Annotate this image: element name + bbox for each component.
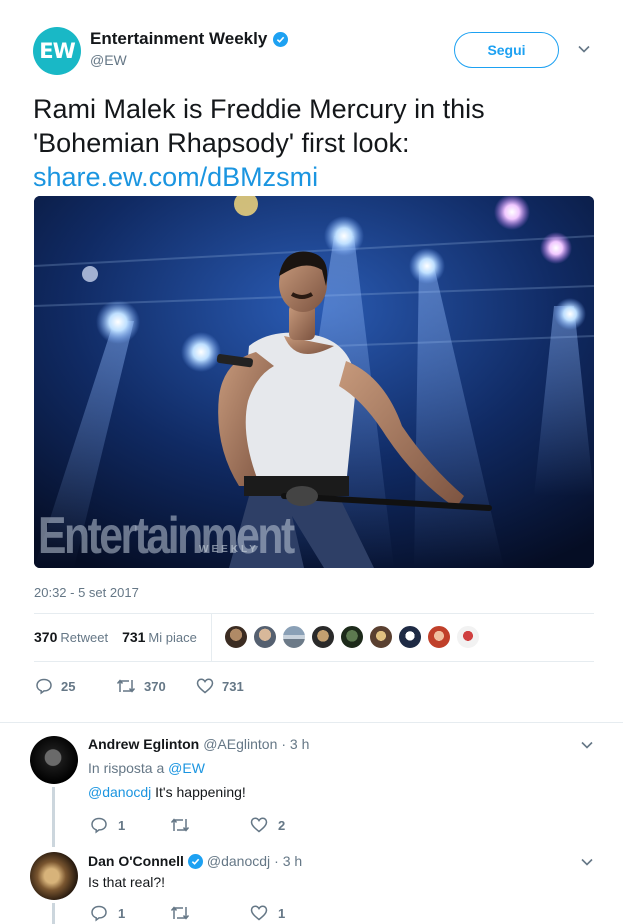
reply-author-name[interactable]: Dan O'Connell [88, 853, 184, 869]
reply-avatar[interactable] [30, 852, 78, 900]
reply-mention[interactable]: @danocdj [88, 784, 151, 800]
section-separator [0, 722, 623, 723]
reply-button[interactable]: 25 [35, 677, 75, 695]
heart-icon [250, 905, 268, 921]
reply-icon [91, 905, 107, 922]
like-stat-count: 731 [122, 629, 146, 645]
divider [34, 613, 594, 614]
thread-line [52, 903, 55, 924]
reply-reply-count: 1 [118, 817, 126, 833]
reply-avatar[interactable] [30, 736, 78, 784]
retweet-icon [170, 906, 190, 920]
like-count: 731 [222, 678, 244, 694]
liker-avatar[interactable] [224, 625, 248, 649]
tweet-link[interactable]: share.ew.com/dBMzsmi [33, 160, 593, 194]
reply-retweet-button[interactable] [170, 816, 200, 834]
heart-icon [196, 678, 214, 694]
reply-author-handle[interactable]: @danocdj [207, 853, 270, 869]
thread-line [52, 787, 55, 847]
reply-like-count: 2 [278, 817, 286, 833]
reply-more-chevron-icon[interactable] [580, 738, 594, 757]
retweet-button[interactable]: 370 [116, 677, 166, 695]
reply-count: 25 [61, 678, 76, 694]
reply-reply-button[interactable]: 1 [90, 904, 125, 922]
liker-avatar[interactable] [427, 625, 451, 649]
reply-icon [91, 817, 107, 834]
reply-time[interactable]: · 3 h [281, 736, 309, 752]
reply-text: Is that real?! [88, 874, 166, 890]
in-reply-to: In risposta a @EW [88, 760, 205, 776]
author-name[interactable]: Entertainment Weekly [90, 29, 267, 49]
reply-author-name[interactable]: Andrew Eglinton [88, 736, 199, 752]
divider [34, 661, 594, 662]
author-name-row[interactable]: Entertainment Weekly [90, 29, 289, 49]
author-avatar[interactable]: EW [33, 27, 81, 75]
reply-more-chevron-icon[interactable] [580, 855, 594, 874]
liker-avatar[interactable] [340, 625, 364, 649]
reply-author-row[interactable]: Andrew Eglinton @AEglinton · 3 h [88, 736, 309, 752]
like-stat-label: Mi piace [148, 630, 197, 645]
retweet-count: 370 [144, 678, 166, 694]
liker-avatar[interactable] [369, 625, 393, 649]
more-options-chevron-icon[interactable] [577, 42, 591, 61]
image-watermark: Entertainment [38, 507, 295, 565]
reply-reply-button[interactable]: 1 [90, 816, 125, 834]
reply-reply-count: 1 [118, 905, 126, 921]
like-button[interactable]: 731 [196, 677, 244, 695]
verified-badge-icon [273, 31, 289, 47]
liker-avatar[interactable] [456, 625, 480, 649]
reply-text: It's happening! [155, 784, 246, 800]
image-watermark-sub: WEEKLY [199, 544, 259, 555]
tweet-body: Rami Malek is Freddie Mercury in this 'B… [33, 94, 485, 158]
verified-badge-icon [187, 853, 203, 869]
liker-avatar[interactable] [311, 625, 335, 649]
tweet-timestamp[interactable]: 20:32 - 5 set 2017 [34, 585, 139, 600]
reply-like-button[interactable]: 2 [250, 816, 285, 834]
liker-avatar[interactable] [253, 625, 277, 649]
tweet-text: Rami Malek is Freddie Mercury in this 'B… [33, 92, 593, 194]
reply-author-row[interactable]: Dan O'Connell @danocdj · 3 h [88, 853, 302, 869]
in-reply-to-prefix: In risposta a [88, 760, 165, 776]
like-stat[interactable]: 731 Mi piace [122, 629, 197, 645]
retweet-stat-count: 370 [34, 629, 58, 645]
reply-like-button[interactable]: 1 [250, 904, 285, 922]
retweet-stat-label: Retweet [60, 630, 109, 645]
tweet-stats: 370 Retweet 731 Mi piace [34, 629, 197, 645]
stats-divider [211, 614, 212, 661]
follow-button[interactable]: Segui [454, 32, 559, 68]
retweet-icon [116, 679, 136, 693]
tweet-photo[interactable]: Entertainment WEEKLY [34, 196, 594, 568]
reply-time[interactable]: · 3 h [274, 853, 302, 869]
reply-retweet-button[interactable] [170, 904, 200, 922]
retweet-icon [170, 818, 190, 832]
heart-icon [250, 817, 268, 833]
liker-avatar[interactable] [398, 625, 422, 649]
liker-avatar[interactable] [282, 625, 306, 649]
retweet-stat[interactable]: 370 Retweet [34, 629, 108, 645]
reply-author-handle[interactable]: @AEglinton [203, 736, 277, 752]
author-handle[interactable]: @EW [90, 52, 127, 68]
reply-text-row: @danocdj It's happening! [88, 784, 246, 800]
in-reply-to-handle[interactable]: @EW [168, 760, 205, 776]
reply-like-count: 1 [278, 905, 286, 921]
reply-icon [36, 678, 52, 695]
